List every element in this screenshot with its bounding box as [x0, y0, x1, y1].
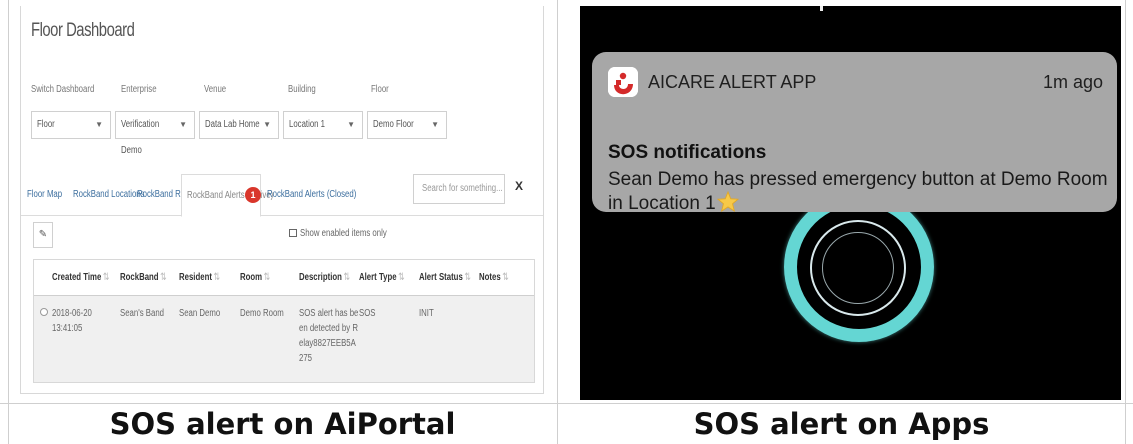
sort-icon: ⇅ — [464, 272, 471, 283]
notification-app-name: AICARE ALERT APP — [648, 72, 817, 92]
cell-alert-type: SOS — [359, 308, 376, 319]
cell-room: Demo Room — [240, 308, 284, 319]
sort-icon: ⇅ — [502, 272, 509, 283]
cell-alert-status: INIT — [419, 308, 434, 319]
aiportal-screenshot: Floor Dashboard Switch Dashboard Enterpr… — [20, 6, 544, 394]
alert-count-badge: 1 — [245, 187, 261, 203]
tab-floor-map[interactable]: Floor Map — [27, 174, 72, 216]
column-header-resident[interactable]: Resident ⇅ — [179, 272, 232, 283]
row-select-radio[interactable] — [40, 308, 48, 316]
caption-aiportal: SOS alert on AiPortal — [109, 407, 456, 441]
filter-label-enterprise: Enterprise — [121, 84, 157, 95]
grid-line — [557, 0, 558, 444]
sort-icon: ⇅ — [343, 272, 351, 283]
switch-dashboard-select[interactable]: Floor ▼ — [31, 111, 111, 139]
cell-rockband: Sean's Band — [120, 308, 164, 319]
show-enabled-checkbox[interactable]: Show enabled items only — [289, 228, 411, 239]
sort-icon: ⇅ — [398, 272, 405, 283]
venue-select[interactable]: Data Lab Home ▼ — [199, 111, 279, 139]
filter-label-venue: Venue — [204, 84, 227, 95]
push-notification[interactable]: AICARE ALERT APP 1m ago SOS notification… — [592, 52, 1117, 214]
notification-title: SOS notifications — [608, 142, 767, 163]
notification-body-text: Sean Demo has pressed emergency button a… — [608, 169, 1108, 214]
building-select[interactable]: Location 1 ▼ — [283, 111, 363, 139]
grid-line — [8, 0, 9, 444]
select-value: Floor — [37, 119, 55, 130]
column-header-description[interactable]: Description ⇅ — [299, 272, 364, 283]
caption-apps: SOS alert on Apps — [693, 407, 990, 441]
select-value: Demo Floor — [373, 119, 414, 130]
sos-ring-core-icon — [822, 232, 894, 304]
sort-icon: ⇅ — [213, 272, 221, 283]
search-placeholder: Search for something... — [422, 183, 503, 194]
notification-body: Sean Demo has pressed emergency button a… — [608, 168, 1108, 218]
column-header-created-time[interactable]: Created Time ⇅ — [52, 272, 126, 283]
column-header-rockband[interactable]: RockBand ⇅ — [120, 272, 180, 283]
select-value: Data Lab Home — [205, 119, 260, 130]
filter-label-switch-dashboard: Switch Dashboard — [31, 84, 95, 95]
column-header-alert-status[interactable]: Alert Status ⇅ — [419, 272, 486, 283]
cell-notes — [479, 306, 529, 321]
select-value: Location 1 — [289, 119, 326, 130]
search-input[interactable]: Search for something... — [413, 174, 505, 204]
star-icon — [716, 190, 739, 218]
comparison-grid: Floor Dashboard Switch Dashboard Enterpr… — [0, 0, 1133, 444]
cell-created-time: 2018-06-20 13:41:05 — [52, 308, 92, 334]
checkbox-label: Show enabled items only — [300, 228, 387, 239]
chevron-down-icon: ▼ — [431, 120, 439, 129]
chevron-down-icon: ▼ — [263, 120, 271, 129]
aicare-logo-icon — [608, 67, 638, 97]
sort-icon: ⇅ — [263, 272, 271, 283]
grid-line — [1125, 0, 1126, 444]
chevron-down-icon: ▼ — [95, 120, 103, 129]
column-header-room[interactable]: Room ⇅ — [240, 272, 279, 283]
tab-label: RockBand Alerts (Closed) — [267, 189, 357, 200]
checkbox-icon — [289, 229, 297, 237]
filter-label-floor: Floor — [371, 84, 389, 95]
table-header: Created Time ⇅ RockBand ⇅ Resident ⇅ Room ⇅ … — [34, 260, 534, 296]
column-header-notes[interactable]: Notes ⇅ — [479, 272, 517, 283]
status-mark — [820, 6, 823, 11]
page-title: Floor Dashboard — [31, 20, 135, 41]
tab-label: Floor Map — [27, 189, 63, 200]
filter-label-building: Building — [288, 84, 316, 95]
select-value: Verification Demo — [121, 119, 160, 156]
floor-select[interactable]: Demo Floor ▼ — [367, 111, 447, 139]
alerts-table: Created Time ⇅ RockBand ⇅ Resident ⇅ Room ⇅ … — [33, 259, 535, 383]
app-screenshot: AICARE ALERT APP 1m ago SOS notification… — [580, 6, 1121, 400]
chevron-down-icon: ▼ — [347, 120, 355, 129]
cell-resident: Sean Demo — [179, 308, 221, 319]
edit-button[interactable]: ✎ — [33, 222, 53, 248]
column-header-alert-type[interactable]: Alert Type ⇅ — [359, 272, 418, 283]
notification-time: 1m ago — [1042, 72, 1103, 92]
sort-icon: ⇅ — [102, 272, 110, 283]
tab-rockband-alerts-closed[interactable]: RockBand Alerts (Closed) — [267, 174, 382, 216]
chevron-down-icon: ▼ — [179, 120, 187, 129]
enterprise-select[interactable]: Verification Demo ▼ — [115, 111, 195, 156]
tab-label: RockBand Locations — [73, 189, 145, 200]
sort-icon: ⇅ — [160, 272, 167, 283]
table-row[interactable]: 2018-06-20 13:41:05 Sean's Band Sean Dem… — [34, 296, 534, 382]
clear-search-button[interactable]: X — [515, 179, 523, 193]
